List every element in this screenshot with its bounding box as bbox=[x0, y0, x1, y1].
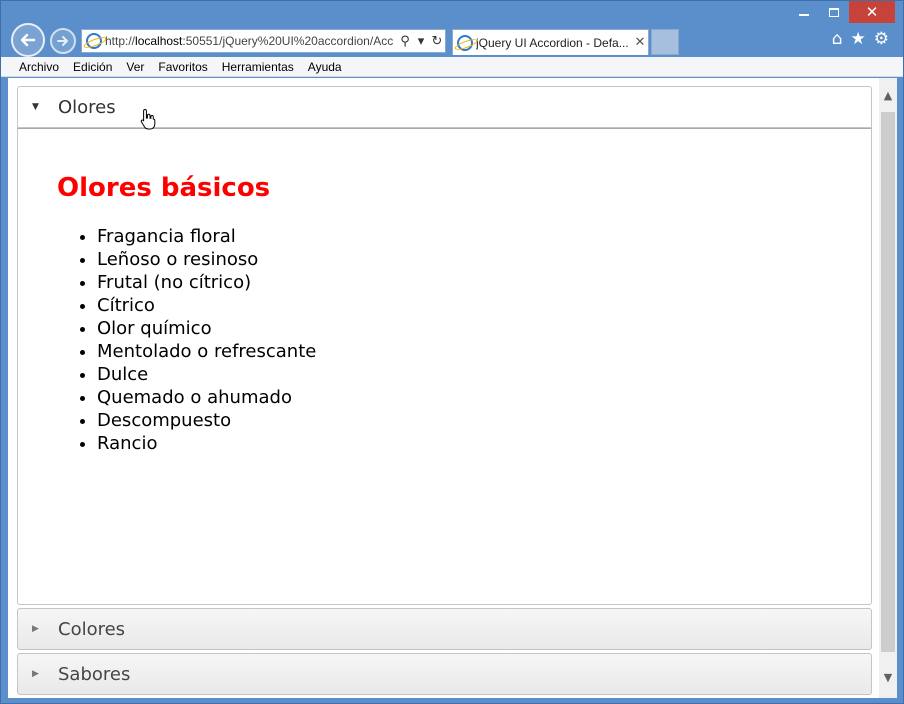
home-icon[interactable]: ⌂ bbox=[832, 29, 843, 49]
menu-herramientas[interactable]: Herramientas bbox=[216, 60, 302, 74]
list-item: Mentolado o refrescante bbox=[97, 340, 871, 363]
menu-edicion[interactable]: Edición bbox=[67, 60, 120, 74]
menu-ayuda[interactable]: Ayuda bbox=[302, 60, 350, 74]
page-viewport: ▼ Olores Olores básicos Fragancia floral… bbox=[8, 78, 897, 698]
title-bar: ✕ http://localhost:50551/jQuery%20UI%20a… bbox=[1, 1, 903, 57]
search-icon[interactable]: ⚲ bbox=[397, 34, 413, 49]
close-window-button[interactable]: ✕ bbox=[849, 1, 895, 23]
tab-title: jQuery UI Accordion - Defa... bbox=[476, 35, 629, 50]
refresh-icon[interactable]: ↻ bbox=[429, 34, 445, 49]
list-item: Rancio bbox=[97, 432, 871, 455]
minimize-button[interactable] bbox=[789, 1, 819, 23]
odor-list: Fragancia floral Leñoso o resinoso Fruta… bbox=[57, 225, 871, 455]
address-prefix: http:// bbox=[105, 34, 136, 48]
menu-archivo[interactable]: Archivo bbox=[13, 60, 67, 74]
accordion-header-label: Olores bbox=[58, 96, 116, 118]
caret-down-icon: ▼ bbox=[32, 102, 39, 112]
list-item: Fragancia floral bbox=[97, 225, 871, 248]
new-tab-button[interactable] bbox=[651, 29, 679, 55]
close-icon: ✕ bbox=[865, 3, 879, 21]
menu-ver[interactable]: Ver bbox=[120, 60, 152, 74]
address-bar[interactable]: http://localhost:50551/jQuery%20UI%20acc… bbox=[81, 29, 446, 53]
hand-cursor-icon bbox=[140, 108, 156, 130]
list-item: Leñoso o resinoso bbox=[97, 248, 871, 271]
tab-close-icon[interactable]: ✕ bbox=[632, 35, 648, 50]
ie-tab-icon bbox=[457, 34, 473, 51]
list-item: Descompuesto bbox=[97, 409, 871, 432]
ie-page-icon bbox=[86, 33, 102, 49]
accordion-panel-olores: Olores básicos Fragancia floral Leñoso o… bbox=[17, 128, 872, 605]
favorites-star-icon[interactable]: ★ bbox=[851, 29, 866, 49]
address-rest: :50551/jQuery%20UI%20accordion/Acc bbox=[182, 34, 394, 48]
vertical-scrollbar[interactable]: ▲ ▼ bbox=[879, 78, 897, 698]
back-button[interactable] bbox=[11, 23, 45, 57]
dropdown-icon[interactable]: ▾ bbox=[413, 34, 429, 49]
menu-bar: Archivo Edición Ver Favoritos Herramient… bbox=[1, 57, 903, 77]
address-host: localhost bbox=[135, 34, 183, 48]
forward-button[interactable] bbox=[50, 28, 76, 54]
scroll-up-icon[interactable]: ▲ bbox=[879, 86, 897, 104]
browser-tab-active[interactable]: jQuery UI Accordion - Defa... ✕ bbox=[452, 29, 649, 55]
accordion-header-colores[interactable]: ▶ Colores bbox=[17, 608, 872, 650]
panel-title: Olores básicos bbox=[57, 173, 271, 203]
caret-right-icon: ▶ bbox=[32, 669, 39, 679]
settings-gear-icon[interactable]: ⚙ bbox=[874, 29, 889, 49]
maximize-button[interactable] bbox=[819, 1, 849, 23]
maximize-icon bbox=[829, 7, 839, 17]
minimize-icon bbox=[799, 14, 809, 16]
browser-tools: ⌂ ★ ⚙ bbox=[832, 29, 889, 49]
arrow-right-icon bbox=[57, 36, 68, 46]
accordion: ▼ Olores Olores básicos Fragancia floral… bbox=[17, 86, 872, 695]
list-item: Quemado o ahumado bbox=[97, 386, 871, 409]
window-controls: ✕ bbox=[789, 1, 895, 25]
list-item: Dulce bbox=[97, 363, 871, 386]
caret-right-icon: ▶ bbox=[32, 624, 39, 634]
scroll-thumb[interactable] bbox=[881, 112, 895, 652]
accordion-header-label: Colores bbox=[58, 618, 126, 640]
browser-window: ✕ http://localhost:50551/jQuery%20UI%20a… bbox=[0, 0, 904, 704]
address-text[interactable]: http://localhost:50551/jQuery%20UI%20acc… bbox=[105, 34, 397, 48]
accordion-header-sabores[interactable]: ▶ Sabores bbox=[17, 653, 872, 695]
menu-favoritos[interactable]: Favoritos bbox=[152, 60, 215, 74]
scroll-down-icon[interactable]: ▼ bbox=[879, 668, 897, 686]
accordion-header-label: Sabores bbox=[58, 663, 131, 685]
list-item: Cítrico bbox=[97, 294, 871, 317]
list-item: Olor químico bbox=[97, 317, 871, 340]
list-item: Frutal (no cítrico) bbox=[97, 271, 871, 294]
arrow-left-icon bbox=[20, 33, 36, 47]
